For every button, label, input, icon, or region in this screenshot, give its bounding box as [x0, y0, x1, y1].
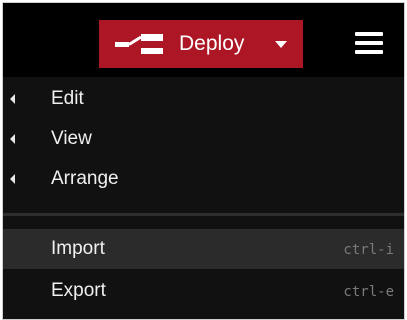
header-bar: Deploy [3, 3, 404, 77]
menu-item-shortcut: ctrl-e [343, 284, 394, 300]
menu-item-import[interactable]: Import ctrl-i [3, 229, 404, 269]
main-menu-dropdown: Edit View Arrange Import ctrl-i Export c… [3, 77, 404, 319]
menu-item-label: Edit [51, 88, 84, 109]
menu-item-export[interactable]: Export ctrl-e [3, 271, 404, 311]
menu-item-label: Arrange [51, 168, 119, 189]
menu-item-arrange[interactable]: Arrange [3, 159, 404, 199]
chevron-left-icon [10, 134, 15, 144]
menu-item-label: Import [51, 238, 105, 259]
deploy-button[interactable]: Deploy [99, 20, 303, 68]
menu-item-edit[interactable]: Edit [3, 79, 404, 119]
menu-item-label: Export [51, 280, 106, 301]
menu-item-label: View [51, 128, 92, 149]
hamburger-icon [355, 32, 383, 36]
editor-header-frame: Deploy Edit View Arrange Import ctrl-i E… [2, 2, 405, 320]
chevron-left-icon [10, 174, 15, 184]
deploy-icon [115, 34, 163, 54]
menu-divider [3, 213, 404, 216]
deploy-label: Deploy [179, 32, 245, 55]
menu-item-shortcut: ctrl-i [343, 242, 394, 258]
hamburger-menu-button[interactable] [341, 27, 397, 61]
chevron-left-icon [10, 94, 15, 104]
menu-item-view[interactable]: View [3, 119, 404, 159]
caret-down-icon[interactable] [275, 41, 287, 48]
